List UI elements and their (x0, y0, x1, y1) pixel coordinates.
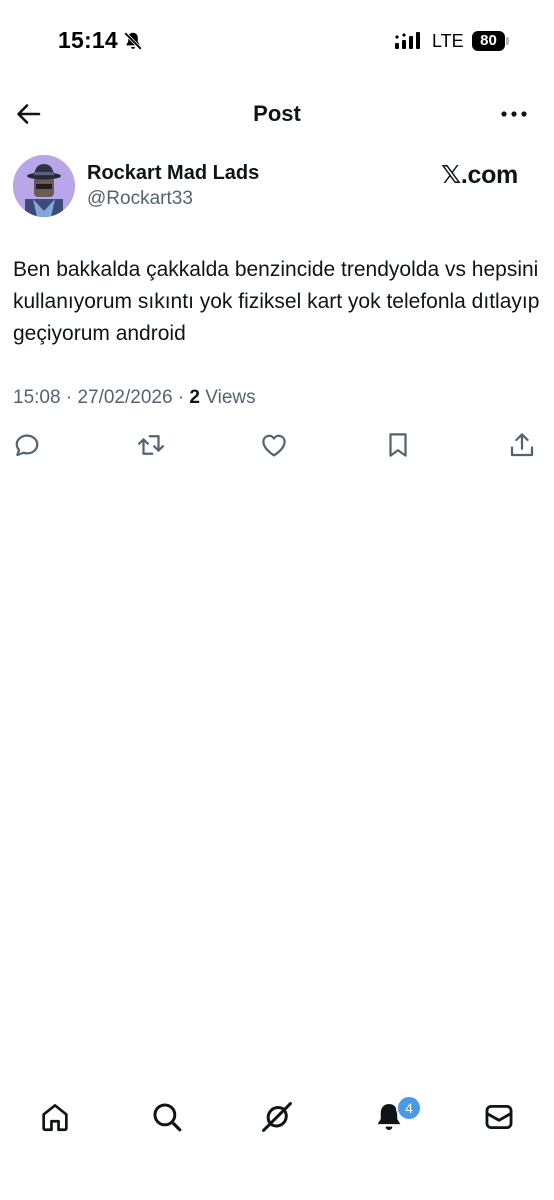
more-icon[interactable] (498, 100, 530, 128)
views-count: 2 (189, 387, 200, 408)
author-name[interactable]: Rockart Mad Lads (87, 162, 259, 185)
network-type: LTE (432, 31, 464, 51)
avatar-image (13, 155, 75, 217)
page-title: Post (253, 101, 301, 126)
xcom-watermark: 𝕏.com (441, 161, 518, 189)
signal-icon (395, 32, 420, 49)
share-icon[interactable] (507, 430, 537, 460)
status-time: 15:14 (58, 27, 118, 53)
battery-tip (506, 37, 509, 45)
tweet-time[interactable]: 15:08 (13, 387, 61, 408)
repost-icon[interactable] (136, 430, 166, 460)
search-icon[interactable] (150, 1100, 184, 1134)
author-handle[interactable]: @Rockart33 (87, 188, 193, 210)
home-icon[interactable] (38, 1100, 72, 1134)
tweet-text: Ben bakkalda çakkalda benzincide trendyo… (13, 258, 540, 345)
top-bar: Post (0, 90, 554, 138)
reply-icon[interactable] (12, 430, 42, 460)
bottom-nav (0, 1094, 554, 1142)
notification-badge: 4 (396, 1095, 422, 1121)
bookmark-icon[interactable] (383, 430, 413, 460)
bell-off-icon (124, 32, 142, 50)
tweet-actions (0, 428, 554, 464)
tweet-meta: 15:08 · 27/02/2026 · 2 Views (13, 387, 256, 409)
grok-icon[interactable] (260, 1100, 294, 1134)
views-label: Views (205, 387, 256, 408)
avatar[interactable] (13, 155, 75, 217)
messages-icon[interactable] (482, 1100, 516, 1134)
battery-icon: 80 (472, 31, 510, 51)
meta-separator: · (172, 387, 190, 408)
battery-level: 80 (472, 31, 505, 51)
tweet-date[interactable]: 27/02/2026 (77, 387, 172, 408)
status-bar: 15:14 LTE 80 (0, 0, 554, 84)
meta-separator: · (60, 387, 78, 408)
like-icon[interactable] (259, 430, 289, 460)
